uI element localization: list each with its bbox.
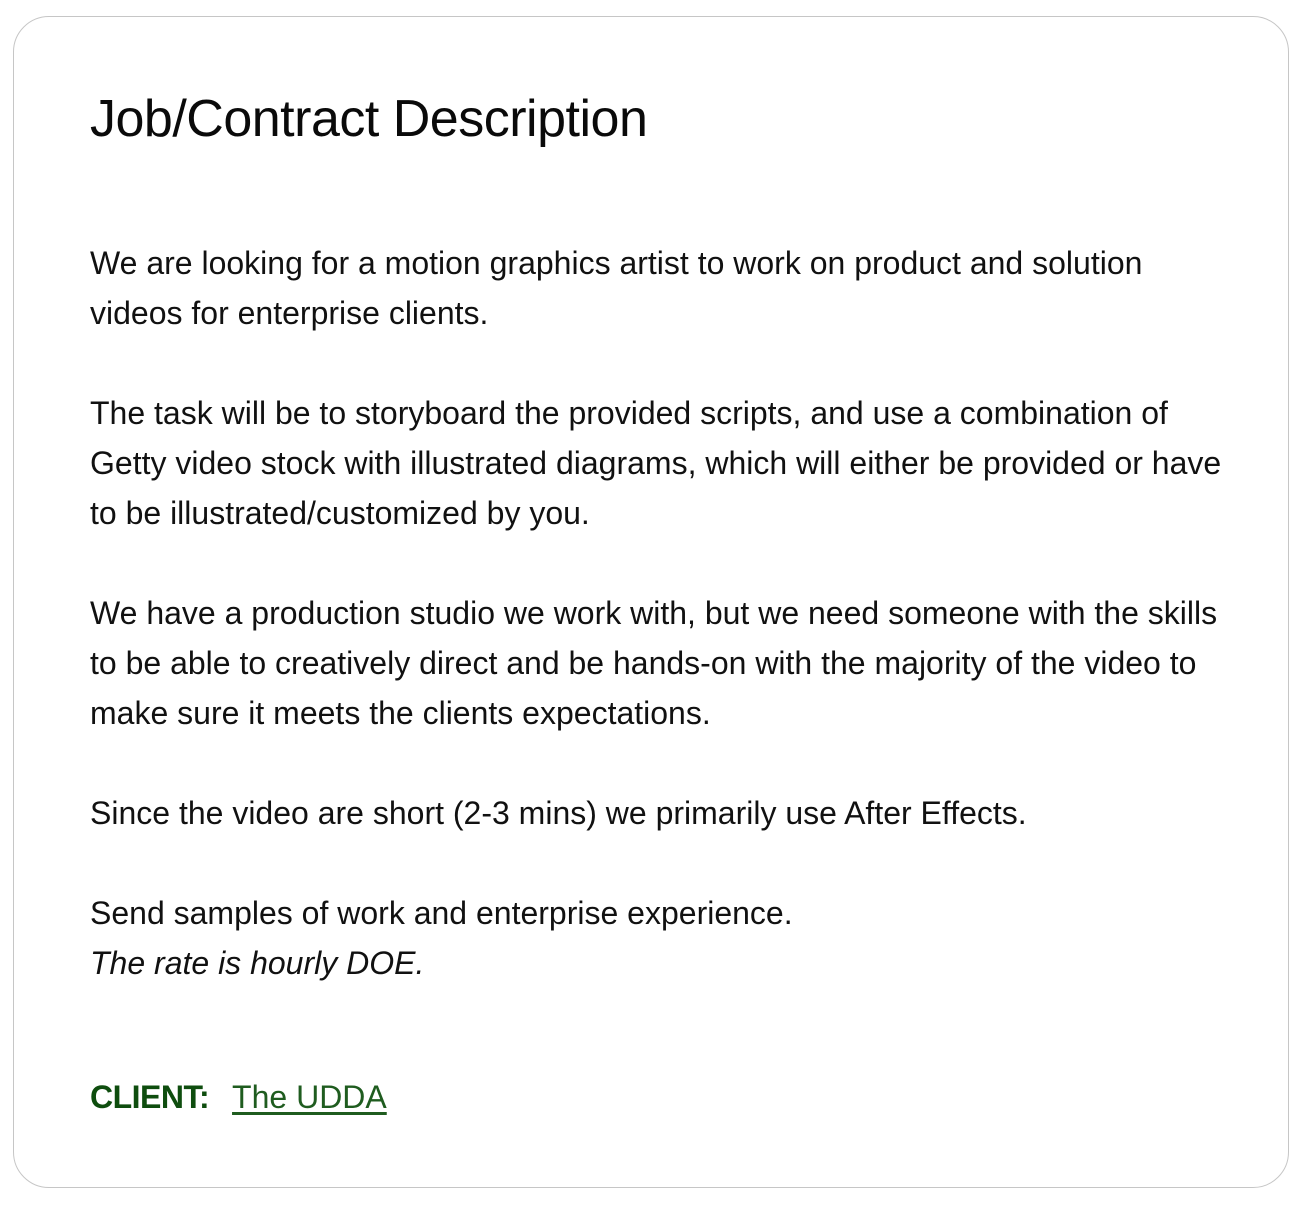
description-paragraph-1: We are looking for a motion graphics art… [90, 245, 1143, 331]
client-link[interactable]: The UDDA [232, 1079, 387, 1115]
samples-request-text: Send samples of work and enterprise expe… [90, 895, 793, 931]
job-description-card: Job/Contract Description We are looking … [13, 16, 1289, 1188]
description-paragraph-4: Since the video are short (2-3 mins) we … [90, 795, 1027, 831]
client-label: CLIENT: [90, 1079, 210, 1115]
description-paragraph-2: The task will be to storyboard the provi… [90, 395, 1222, 531]
description-paragraph-5: Send samples of work and enterprise expe… [90, 888, 1230, 988]
rate-note: The rate is hourly DOE. [90, 945, 425, 981]
description-paragraph-3: We have a production studio we work with… [90, 595, 1218, 731]
page-title: Job/Contract Description [90, 90, 648, 148]
client-row: CLIENT: The UDDA [90, 1079, 387, 1116]
